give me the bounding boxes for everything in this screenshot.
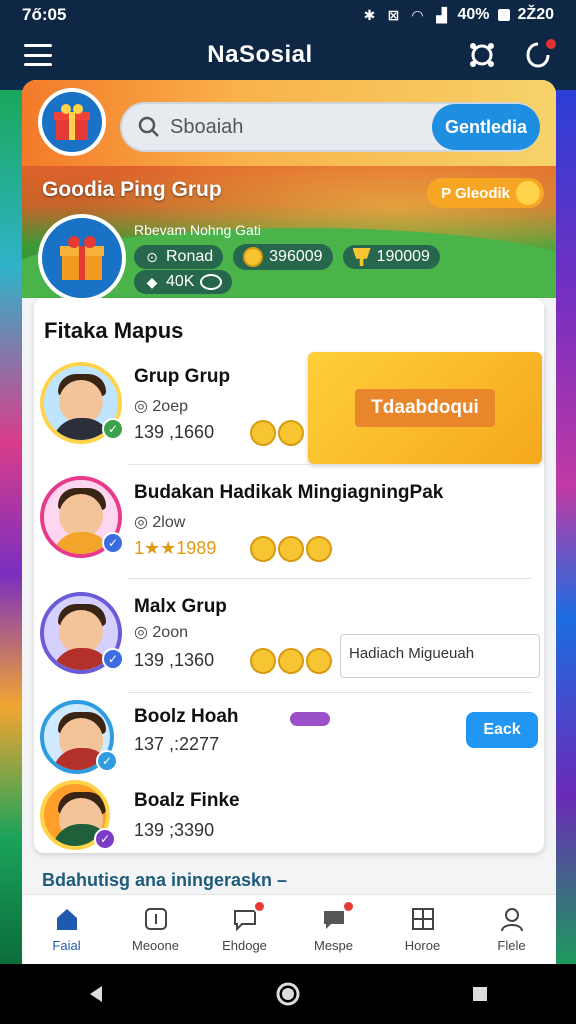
notification-icon[interactable] — [524, 37, 558, 69]
tag-icon: ◆ — [146, 274, 158, 290]
app-bar: NaSosial — [0, 30, 576, 80]
menu-icon[interactable] — [24, 44, 52, 66]
join-cta-button[interactable]: Tdaabdoqui — [308, 352, 542, 464]
battery-percent: 40% — [457, 6, 490, 23]
row-meta: ◎ 2low — [134, 514, 186, 531]
row-name: Boalz Finke — [134, 790, 240, 811]
clock-icon: ⊙ — [146, 249, 158, 265]
row-count: 137 ,:2277 — [134, 734, 220, 754]
verified-icon: ✓ — [94, 828, 116, 850]
verified-icon: ✓ — [96, 750, 118, 772]
row-name: Budakan Hadikak MingiagningPak — [134, 482, 444, 503]
verified-icon: ✓ — [102, 418, 124, 440]
banner-pill-button[interactable]: P Gleodik — [427, 178, 544, 208]
background-left-strip — [0, 90, 24, 970]
banner-stats-row-2: ◆ 40K — [134, 270, 233, 294]
stat-coins: 396009 — [233, 244, 333, 270]
back-button[interactable]: Eack — [466, 712, 538, 748]
bluetooth-icon: ✱ — [363, 7, 376, 23]
back-nav-button[interactable] — [76, 974, 116, 1014]
banner-title: Goodia Ping Grup — [42, 178, 222, 201]
home-icon — [56, 909, 77, 930]
home-circle-icon — [276, 982, 300, 1006]
nav-chat[interactable]: Ehdoge — [205, 900, 285, 953]
row-count: 1★★1989 — [134, 538, 217, 558]
mute-icon: ⊠ — [387, 7, 400, 23]
nav-profile[interactable]: Flele — [472, 906, 552, 953]
stat-trophy: 190009 — [342, 245, 440, 269]
recents-square-icon — [473, 987, 487, 1001]
coin-stack-icon — [250, 648, 332, 674]
cta-label: Tdaabdoqui — [355, 389, 495, 427]
smile-icon — [516, 181, 540, 205]
row-count: 139 ,1660 — [134, 422, 215, 442]
list-title: Fitaka Mapus — [44, 318, 184, 343]
stat-ronad: ⊙ Ronad — [134, 245, 224, 269]
friends-icon[interactable] — [468, 41, 496, 69]
status-clock-right: 2Ž20 — [517, 6, 554, 23]
signal-icon: ▟ — [436, 7, 447, 23]
profile-icon — [500, 908, 523, 932]
recents-nav-button[interactable] — [460, 974, 500, 1014]
notification-badge — [543, 37, 558, 51]
gift-avatar[interactable] — [38, 88, 106, 156]
home-nav-button[interactable] — [268, 974, 308, 1014]
banner-stats-row-1: ⊙ Ronad 396009 190009 — [134, 244, 440, 270]
main-panel: Sboaiah Gentledia Goodia Ping Grup P Gle… — [22, 80, 556, 970]
nav-messages[interactable]: Mespe — [294, 900, 374, 953]
nav-badge — [252, 900, 266, 913]
row-name: Grup Grup — [134, 366, 231, 387]
nav-badge — [341, 900, 355, 913]
nav-grid[interactable]: Horoe — [383, 906, 463, 953]
status-bar: 7ő:05 ✱ ⊠ ◠ ▟ 40% 2Ž20 — [0, 0, 576, 30]
coin-stack-icon — [250, 536, 332, 562]
nav-home[interactable]: Faial — [27, 906, 107, 953]
info-icon — [144, 908, 167, 930]
back-triangle-icon — [90, 986, 102, 1002]
row-meta: ◎ 2oep — [134, 398, 188, 415]
search-placeholder: Sboaiah — [170, 115, 244, 138]
search-strip: Sboaiah Gentledia — [22, 80, 556, 166]
row-count: 139 ,1360 — [134, 650, 215, 670]
banner-gift-avatar — [38, 214, 126, 298]
app-actions — [468, 37, 558, 69]
gift-box-icon — [60, 236, 104, 280]
gift-icon — [54, 104, 90, 140]
grid-icon — [411, 908, 434, 930]
row-name: Boolz Hoah — [134, 706, 239, 727]
row-meta: ◎ 2oon — [134, 624, 188, 641]
search-icon — [138, 116, 159, 137]
nav-info[interactable]: Meoone — [116, 906, 196, 953]
status-icons: ✱ ⊠ ◠ ▟ 40% 2Ž20 — [362, 6, 554, 24]
status-time: 7ő:05 — [22, 5, 67, 24]
banner-pill-label: P Gleodik — [441, 184, 510, 202]
eye-icon — [200, 274, 223, 290]
coin-icon — [243, 247, 264, 267]
system-nav-bar — [0, 964, 576, 1024]
footer-link[interactable]: Bdahutisg ana iningeraskn – — [42, 870, 287, 891]
verified-icon: ✓ — [102, 532, 124, 554]
trophy-icon — [352, 248, 371, 266]
row-name: Malx Grup — [134, 596, 227, 617]
group-banner: Goodia Ping Grup P Gleodik Rbevam Nohng … — [22, 166, 556, 298]
wifi-icon: ◠ — [412, 7, 423, 23]
verified-icon: ✓ — [102, 648, 124, 670]
bottom-nav: Faial Meoone Ehdoge Mespe Horoe Flele — [22, 894, 556, 964]
search-button[interactable]: Gentledia — [432, 104, 540, 150]
message-input[interactable]: Hadiach Migueuah — [340, 634, 540, 678]
reaction-badge-icon — [290, 712, 330, 726]
stat-views: ◆ 40K — [134, 270, 233, 294]
banner-subtitle: Rbevam Nohng Gati — [134, 222, 261, 238]
battery-icon — [497, 9, 510, 21]
app-title: NaSosial — [207, 41, 313, 68]
group-list-card: Fitaka Mapus Tdaabdoqui ✓ Grup Grup ◎ 2o… — [34, 298, 544, 853]
coin-stack-icon — [250, 420, 304, 446]
row-count: 139 ;3390 — [134, 820, 215, 840]
